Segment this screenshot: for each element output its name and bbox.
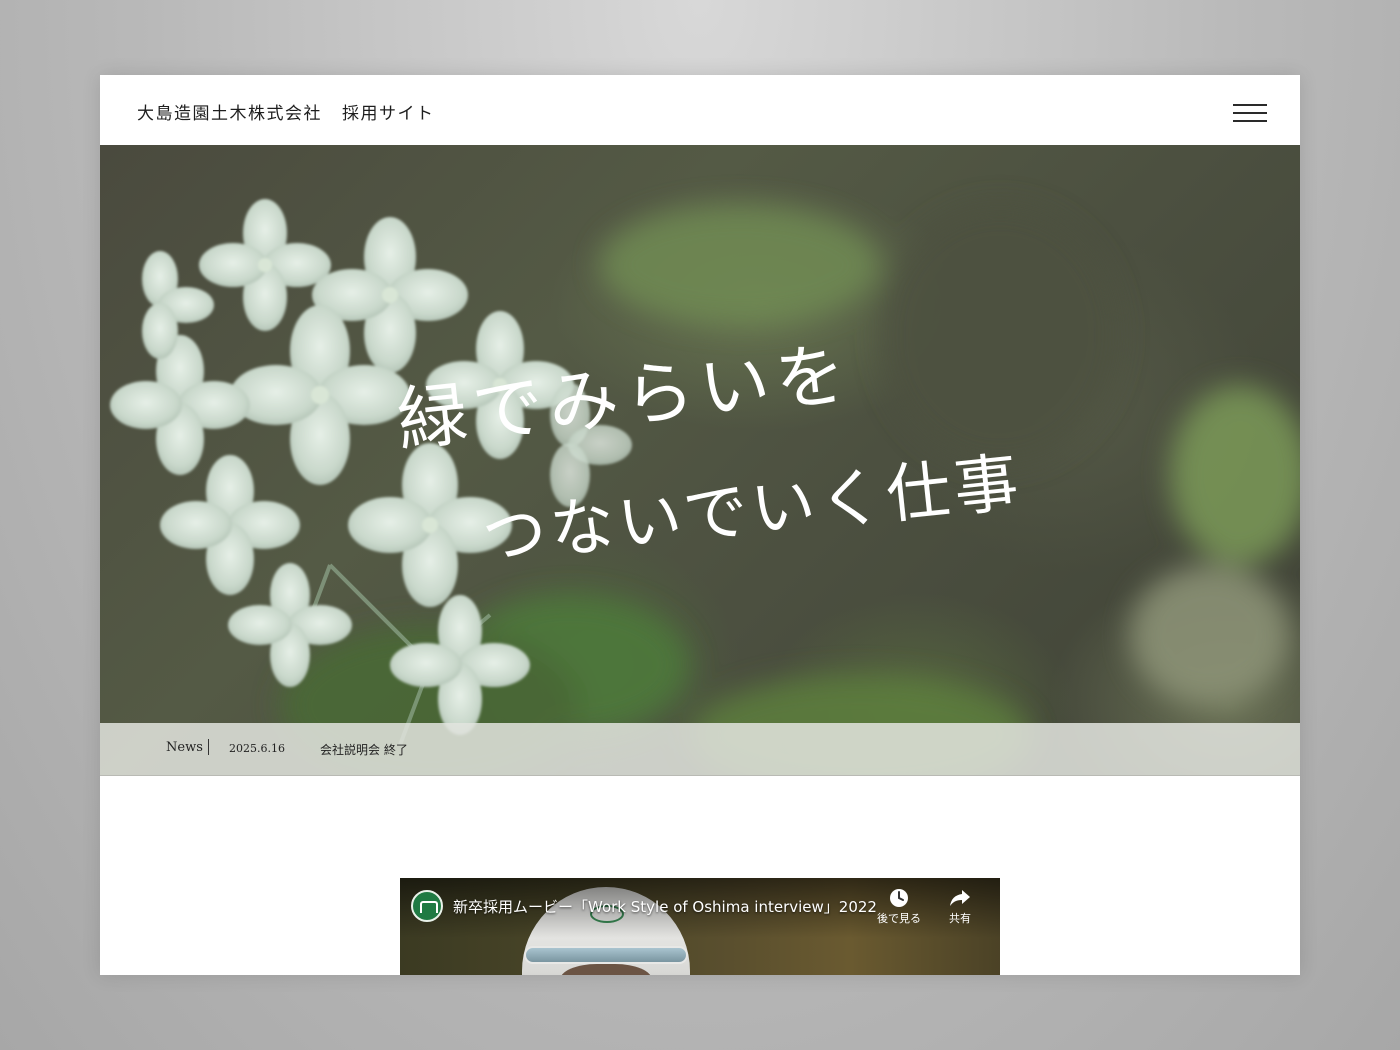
hydrangea-flowers-image: 緑でみらいを つないでいく仕事 [110,199,1300,775]
hamburger-menu-icon[interactable] [1233,102,1269,126]
site-header: 大島造園土木株式会社 採用サイト [100,75,1300,145]
recruit-site-page: 大島造園土木株式会社 採用サイト 緑でみらいを つないでいく仕事 News 20… [100,75,1300,975]
clock-icon [869,888,929,908]
news-date: 2025.6.16 [229,742,285,755]
watch-later-button[interactable]: 後で見る [869,888,929,926]
youtube-video-embed[interactable]: 新卒採用ムービー「Work Style of Oshima interview」… [400,878,1000,975]
news-divider [208,739,209,755]
news-ticker: News 2025.6.16 会社説明会 終了 [100,723,1300,776]
news-item-link[interactable]: 会社説明会 終了 [320,741,408,758]
company-name: 大島造園土木株式会社 [137,104,322,124]
hero-visual: 緑でみらいを つないでいく仕事 [100,145,1300,775]
site-subtitle: 採用サイト [342,104,435,124]
share-label: 共有 [949,912,971,925]
site-title[interactable]: 大島造園土木株式会社 採用サイト [137,99,435,124]
channel-logo-icon[interactable] [411,890,443,922]
video-title[interactable]: 新卒採用ムービー「Work Style of Oshima interview」… [453,896,877,917]
news-label: News [166,740,203,755]
helmet-visor [524,946,688,964]
share-arrow-icon [930,888,990,908]
watch-later-label: 後で見る [877,912,921,925]
share-button[interactable]: 共有 [930,888,990,926]
